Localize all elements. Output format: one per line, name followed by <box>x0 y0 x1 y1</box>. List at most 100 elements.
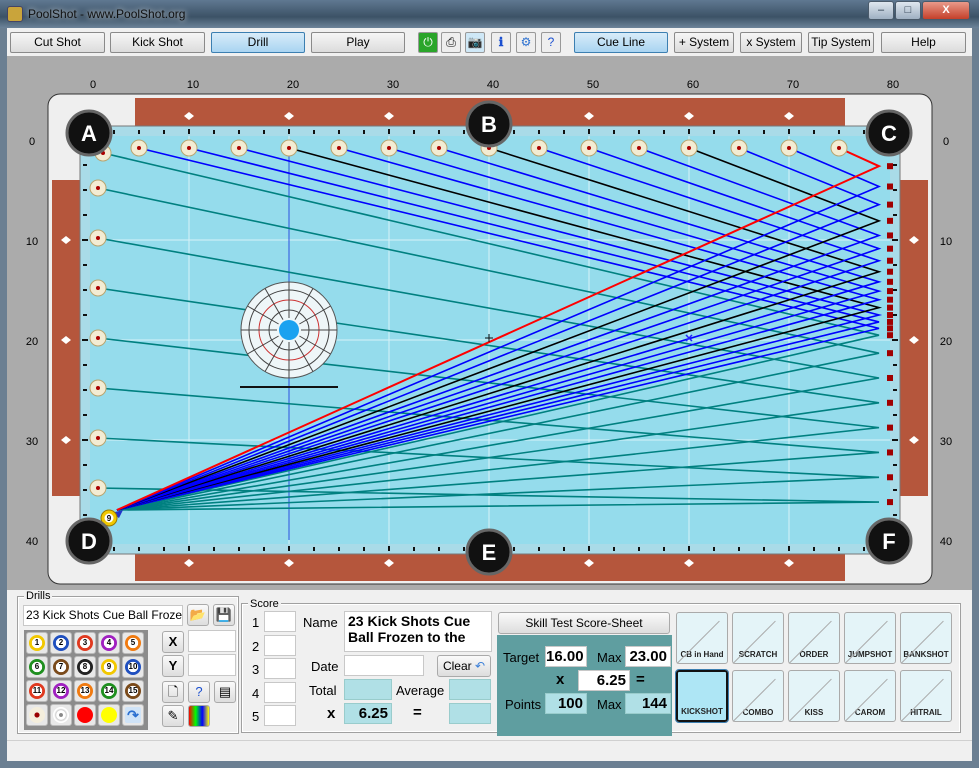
y-axis-label: 30 <box>940 436 952 448</box>
ball-6-button[interactable]: 6 <box>26 656 48 678</box>
rail-tick <box>588 129 590 134</box>
rail-tick <box>892 239 898 241</box>
target-value[interactable]: 16.00 <box>545 646 587 667</box>
open-folder-icon[interactable]: 📂 <box>187 604 209 626</box>
name-input[interactable]: 23 Kick Shots Cue Ball Frozen to the <box>344 611 492 652</box>
ball-number: 8 <box>77 659 93 675</box>
rail-tick <box>83 164 87 166</box>
rail-contact-marker <box>887 350 893 357</box>
table-list-icon[interactable]: ▤ <box>214 681 236 703</box>
cue-ball-dot <box>437 146 441 150</box>
x-axis-label: 30 <box>387 79 399 91</box>
shot-combo-button[interactable]: COMBO <box>732 670 784 722</box>
rail-tick <box>363 547 365 551</box>
yellow-ball-button[interactable] <box>98 704 120 726</box>
ball-10-button[interactable]: 10 <box>122 656 144 678</box>
shot-hitrail-button[interactable]: HITRAIL <box>900 670 952 722</box>
ball-2-button[interactable]: 2 <box>50 632 72 654</box>
ball-4-button[interactable]: 4 <box>98 632 120 654</box>
red-ball-button[interactable] <box>74 704 96 726</box>
edit-notes-icon[interactable]: ✎ <box>162 705 184 727</box>
score-row-input[interactable] <box>264 705 296 726</box>
pocket-label: E <box>482 540 497 565</box>
x-button[interactable]: X <box>162 631 184 653</box>
x-input[interactable] <box>188 630 236 652</box>
rail-tick <box>893 214 897 216</box>
rail-tick <box>238 547 240 551</box>
ball-7-button[interactable]: 7 <box>50 656 72 678</box>
rail-tick <box>713 547 715 551</box>
ghost-ball-button[interactable] <box>50 704 72 726</box>
rail-tick <box>83 264 87 266</box>
date-input[interactable] <box>344 655 424 676</box>
ball-11-button[interactable]: 11 <box>26 680 48 702</box>
skill-multiplier[interactable]: 6.25 <box>578 670 630 691</box>
ball-8-button[interactable]: 8 <box>74 656 96 678</box>
ball-number: 11 <box>29 683 45 699</box>
drill-name-input[interactable]: 23 Kick Shots Cue Ball Frozen to <box>23 605 183 626</box>
rail-tick <box>82 339 88 341</box>
rail-contact-marker <box>887 318 893 325</box>
rail-tick <box>83 289 87 291</box>
score-row-input[interactable] <box>264 611 296 632</box>
rail-tick <box>83 389 87 391</box>
clear-button[interactable]: Clear ↶ <box>437 655 491 677</box>
aim-target[interactable] <box>240 281 338 379</box>
multiplier-value: 6.25 <box>344 703 392 724</box>
ball-1-button[interactable]: 1 <box>26 632 48 654</box>
ball-5-button[interactable]: 5 <box>122 632 144 654</box>
shot-carom-button[interactable]: CAROM <box>844 670 896 722</box>
y-button[interactable]: Y <box>162 655 184 677</box>
ball-14-button[interactable]: 14 <box>98 680 120 702</box>
max-value[interactable]: 23.00 <box>625 646 671 667</box>
drills-label: Drills <box>24 590 53 602</box>
ball-12-button[interactable]: 12 <box>50 680 72 702</box>
shot-jumpshot-button[interactable]: JUMPSHOT <box>844 612 896 664</box>
document-help-icon[interactable]: ? <box>188 681 210 703</box>
shot-cb-in-hand-button[interactable]: CB in Hand <box>676 612 728 664</box>
rail-tick <box>163 130 165 134</box>
score-row-input[interactable] <box>264 658 296 679</box>
rail-contact-marker <box>887 245 893 252</box>
shot-label: KICKSHOT <box>681 707 723 716</box>
rail-tick <box>438 547 440 551</box>
redo-button[interactable]: ↷ <box>122 704 144 726</box>
rail-tick <box>788 546 790 551</box>
rail-tick <box>688 129 690 134</box>
shot-kiss-button[interactable]: KISS <box>788 670 840 722</box>
y-input[interactable] <box>188 654 236 676</box>
y-axis-label: 10 <box>26 236 38 248</box>
save-icon[interactable]: 💾 <box>213 604 235 626</box>
color-grid-icon[interactable] <box>188 705 210 727</box>
ball-number: 1 <box>29 635 45 651</box>
score-row-input[interactable] <box>264 681 296 703</box>
score-row-label: 1 <box>252 615 260 630</box>
shot-order-button[interactable]: ORDER <box>788 612 840 664</box>
cue-ball-button[interactable] <box>26 704 48 726</box>
rail-tick <box>892 439 898 441</box>
cue-ball-dot <box>587 146 591 150</box>
rail-tick <box>113 547 115 551</box>
rail-contact-marker <box>887 232 893 239</box>
skill-test-button[interactable]: Skill Test Score-Sheet <box>498 612 670 634</box>
rail-tick <box>893 314 897 316</box>
shot-bankshot-button[interactable]: BANKSHOT <box>900 612 952 664</box>
rail-tick <box>83 189 87 191</box>
ball-9-button[interactable]: 9 <box>98 656 120 678</box>
shot-kickshot-button[interactable]: KICKSHOT <box>675 669 729 723</box>
ball-3-button[interactable]: 3 <box>74 632 96 654</box>
new-document-icon[interactable]: 🗋 <box>162 681 184 703</box>
rail-tick <box>463 547 465 551</box>
pocket-label: C <box>881 121 897 146</box>
y-axis-label: 30 <box>26 436 38 448</box>
shot-label: HITRAIL <box>910 708 942 717</box>
shot-scratch-button[interactable]: SCRATCH <box>732 612 784 664</box>
rail-tick <box>538 547 540 551</box>
rail-tick <box>838 130 840 134</box>
ball-15-button[interactable]: 15 <box>122 680 144 702</box>
ball-number: 4 <box>101 635 117 651</box>
cue-ball-dot <box>337 146 341 150</box>
ball-13-button[interactable]: 13 <box>74 680 96 702</box>
score-row-input[interactable] <box>264 634 296 656</box>
pool-table[interactable]: 9 A B C D E F 0 10 20 30 40 50 60 70 80 0 0 10 10 20 20 30 30 40… <box>0 0 979 590</box>
